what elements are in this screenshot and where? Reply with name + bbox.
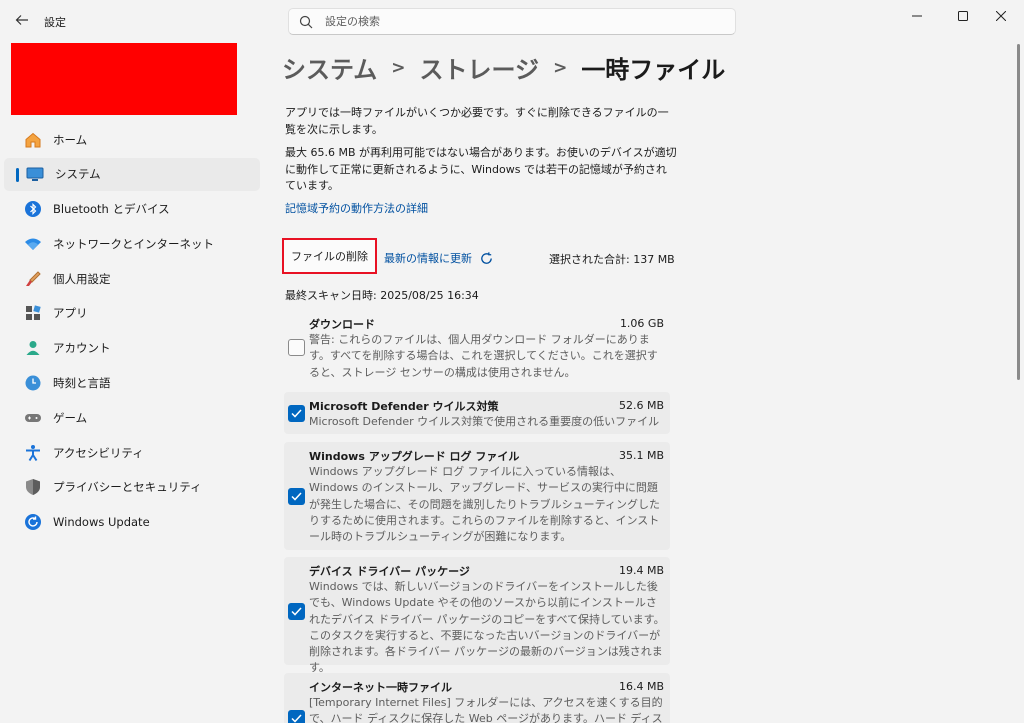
search-input[interactable] <box>325 15 705 28</box>
delete-files-button[interactable]: ファイルの削除 <box>282 238 377 274</box>
file-item-name: ダウンロード <box>309 318 375 331</box>
sidebar-item-label: システム <box>55 167 101 182</box>
sidebar-item-privacy[interactable]: プライバシーとセキュリティ <box>4 471 260 504</box>
bluetooth-icon <box>23 199 43 219</box>
file-item-description: Microsoft Defender ウイルス対策で使用される重要度の低いファイ… <box>309 415 660 428</box>
breadcrumb-storage[interactable]: ストレージ <box>420 50 540 85</box>
file-item-temp-internet[interactable]: インターネット一時ファイル 16.4 MB [Temporary Interne… <box>284 673 670 723</box>
page-title: 一時ファイル <box>581 56 726 84</box>
file-item-size: 35.1 MB <box>618 449 664 462</box>
sidebar-item-label: ゲーム <box>53 410 88 425</box>
sidebar-item-label: ホーム <box>53 132 88 147</box>
search-box[interactable] <box>288 8 736 35</box>
user-profile-redacted[interactable] <box>11 43 237 115</box>
file-item-downloads[interactable]: ダウンロード 1.06 GB 警告: これらのファイルは、個人用ダウンロード フ… <box>284 310 670 382</box>
file-item-upgrade-logs[interactable]: Windows アップグレード ログ ファイル 35.1 MB Windows … <box>284 442 670 550</box>
sidebar-item-label: プライバシーとセキュリティ <box>53 480 202 495</box>
sidebar-item-network[interactable]: ネットワークとインターネット <box>4 227 260 260</box>
file-item-name: デバイス ドライバー パッケージ <box>309 565 470 578</box>
file-item-size: 16.4 MB <box>618 680 664 693</box>
sidebar-item-label: ネットワークとインターネット <box>53 236 214 251</box>
refresh-link[interactable]: 最新の情報に更新 <box>384 250 494 266</box>
sidebar-item-system[interactable]: システム <box>4 157 260 191</box>
downloads-checkbox[interactable] <box>288 339 305 356</box>
minimize-icon <box>912 15 922 17</box>
reserved-storage-link[interactable]: 記憶域予約の動作方法の詳細 <box>285 201 677 218</box>
sidebar-item-gaming[interactable]: ゲーム <box>4 401 260 434</box>
intro-text: アプリでは一時ファイルがいくつか必要です。すぐに削除できるファイルの一覧を次に示… <box>285 106 669 136</box>
upgrade-logs-checkbox[interactable] <box>288 488 305 505</box>
sidebar-item-home[interactable]: ホーム <box>4 123 260 156</box>
windows-update-icon <box>23 512 43 532</box>
gaming-icon <box>23 408 43 428</box>
file-item-name: Microsoft Defender ウイルス対策 <box>309 400 499 413</box>
close-button[interactable] <box>978 2 1024 30</box>
scrollbar-thumb[interactable] <box>1017 44 1020 380</box>
breadcrumb: システム > ストレージ > 一時ファイル <box>282 50 725 85</box>
time-language-icon <box>23 373 43 393</box>
sidebar-item-accounts[interactable]: アカウント <box>4 332 260 365</box>
breadcrumb-system[interactable]: システム <box>282 50 377 85</box>
sidebar-item-personalization[interactable]: 個人用設定 <box>4 262 260 295</box>
sidebar-item-label: アプリ <box>53 306 88 321</box>
reserved-storage-note: 最大 65.6 MB が再利用可能ではない場合があります。お使いのデバイスが適切… <box>285 146 677 192</box>
checkmark-icon <box>291 714 302 723</box>
title-bar: 設定 <box>0 0 1024 42</box>
back-arrow-icon <box>15 15 28 25</box>
accessibility-icon <box>23 443 43 463</box>
app-title: 設定 <box>44 16 66 29</box>
checkmark-icon <box>291 492 302 501</box>
defender-checkbox[interactable] <box>288 405 305 422</box>
accounts-icon <box>23 338 43 358</box>
minimize-button[interactable] <box>894 2 940 30</box>
file-item-description: [Temporary Internet Files] フォルダーには、アクセスを… <box>309 696 663 723</box>
search-icon <box>299 15 313 28</box>
apps-icon <box>23 303 43 323</box>
sidebar-nav: ホーム システム Bluetooth とデバイス ネットワークとインターネット … <box>4 123 260 541</box>
file-item-description: 警告: これらのファイルは、個人用ダウンロード フォルダーにあります。すべてを削… <box>309 333 658 379</box>
maximize-icon <box>958 11 968 21</box>
file-item-size: 19.4 MB <box>618 564 664 577</box>
refresh-label: 最新の情報に更新 <box>384 252 472 265</box>
sidebar-item-label: Windows Update <box>53 515 150 530</box>
chevron-right-icon: > <box>391 57 406 78</box>
driver-packages-checkbox[interactable] <box>288 603 305 620</box>
file-item-size: 52.6 MB <box>618 399 664 412</box>
sidebar-item-label: アクセシビリティ <box>53 445 144 460</box>
sidebar-item-label: 個人用設定 <box>53 271 111 286</box>
close-icon <box>996 11 1006 21</box>
privacy-icon <box>23 477 43 497</box>
file-item-driver-packages[interactable]: デバイス ドライバー パッケージ 19.4 MB Windows では、新しいバ… <box>284 557 670 674</box>
personalization-icon <box>23 269 43 289</box>
file-item-name: Windows アップグレード ログ ファイル <box>309 450 520 463</box>
home-icon <box>23 130 43 150</box>
file-item-description: Windows では、新しいバージョンのドライバーをインストールした後でも、Wi… <box>309 580 665 675</box>
network-icon <box>23 234 43 254</box>
sidebar-item-accessibility[interactable]: アクセシビリティ <box>4 436 260 469</box>
chevron-right-icon: > <box>553 57 568 78</box>
file-item-description: Windows アップグレード ログ ファイルに入っている情報は、Windows… <box>309 465 661 544</box>
temp-internet-checkbox[interactable] <box>288 710 305 723</box>
sidebar-item-apps[interactable]: アプリ <box>4 297 260 330</box>
back-button[interactable] <box>12 10 32 30</box>
file-item-size: 1.06 GB <box>619 317 664 330</box>
total-selected: 選択された合計: 137 MB <box>549 253 675 266</box>
sidebar-item-label: アカウント <box>53 341 111 356</box>
sidebar-item-label: 時刻と言語 <box>53 376 111 391</box>
checkmark-icon <box>291 607 302 616</box>
sidebar-item-windows-update[interactable]: Windows Update <box>4 506 260 539</box>
file-item-name: インターネット一時ファイル <box>309 681 452 694</box>
sidebar-item-time-language[interactable]: 時刻と言語 <box>4 367 260 400</box>
sidebar-item-label: Bluetooth とデバイス <box>53 202 170 217</box>
file-item-defender[interactable]: Microsoft Defender ウイルス対策 52.6 MB Micros… <box>284 392 670 434</box>
refresh-icon <box>481 251 492 264</box>
last-scan-time: 最終スキャン日時: 2025/08/25 16:34 <box>285 289 479 302</box>
system-icon <box>25 164 45 184</box>
checkmark-icon <box>291 409 302 418</box>
sidebar-item-bluetooth[interactable]: Bluetooth とデバイス <box>4 193 260 226</box>
